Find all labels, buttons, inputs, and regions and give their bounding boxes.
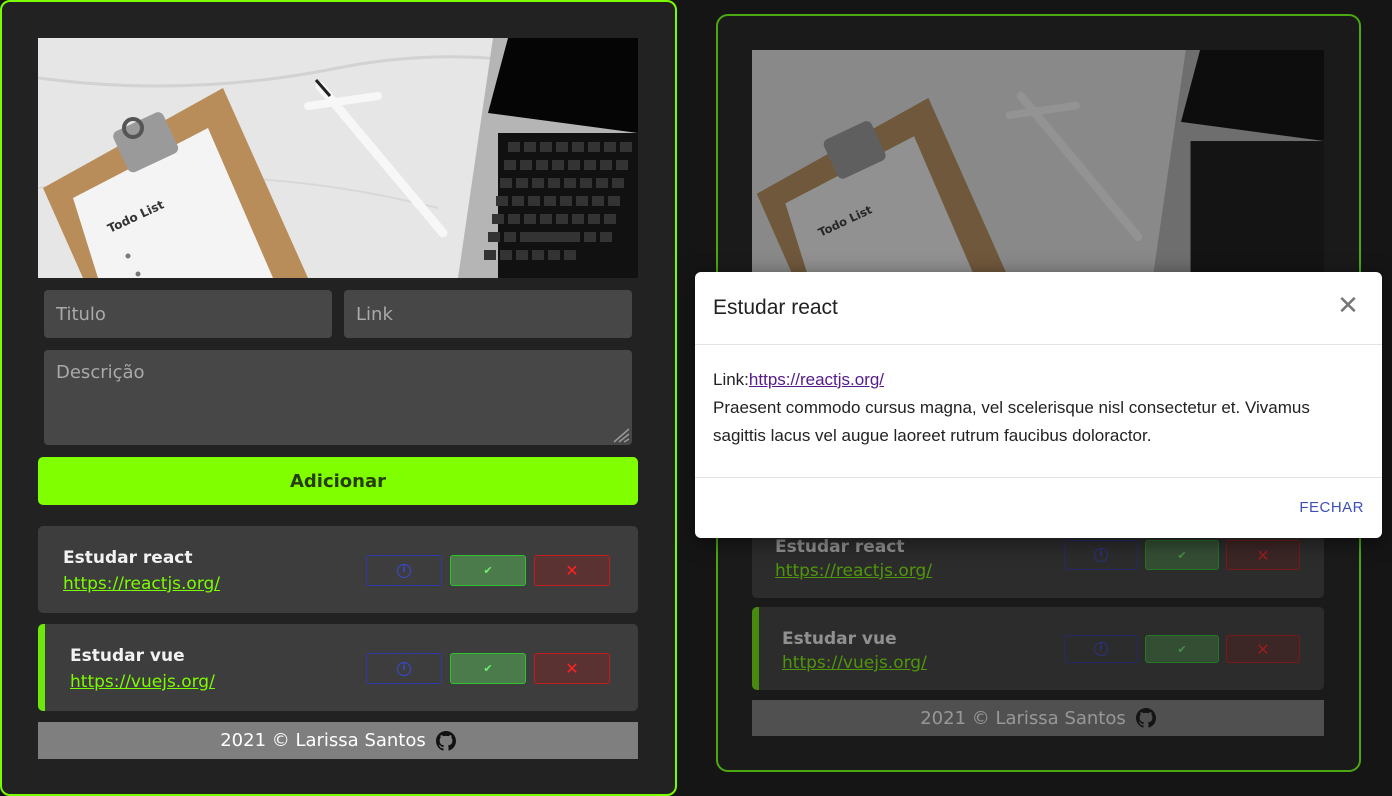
footer-text: 2021 © Larissa Santos (220, 730, 426, 751)
todo-card: Estudar react https://reactjs.org/ i ✔ ✕ (38, 526, 638, 613)
close-icon: ✕ (1256, 545, 1270, 565)
modal-title: Estudar react (713, 296, 838, 319)
close-button[interactable]: FECHAR (1299, 499, 1364, 516)
todo-card-completed-dimmed: Estudar vue https://vuejs.org/ i ✔ ✕ (752, 607, 1324, 690)
github-icon[interactable] (435, 730, 456, 751)
check-icon: ✔ (1177, 548, 1187, 562)
resize-handle-icon[interactable] (608, 425, 630, 443)
delete-button[interactable]: ✕ (534, 555, 610, 586)
modal-divider (695, 344, 1382, 345)
add-button[interactable]: Adicionar (38, 457, 638, 505)
delete-button[interactable]: ✕ (1226, 540, 1300, 570)
app-window-left: Todo List Titulo Link Descrição Adiciona… (0, 0, 677, 796)
todo-title: Estudar vue (782, 629, 897, 649)
todo-title: Estudar vue (70, 646, 185, 666)
hero-image: Todo List (38, 38, 638, 278)
info-icon: i (397, 563, 411, 578)
app-window-right: Todo List Estudar react https://reactjs.… (679, 0, 1392, 796)
todo-details-modal: Estudar react ✕ Link:https://reactjs.org… (695, 272, 1382, 538)
modal-description: Praesent commodo cursus magna, vel scele… (713, 398, 1310, 445)
link-input[interactable]: Link (344, 290, 632, 338)
todo-title: Estudar react (775, 537, 905, 557)
info-button[interactable]: i (366, 555, 442, 586)
complete-button[interactable]: ✔ (1145, 540, 1219, 570)
info-button[interactable]: i (1064, 635, 1138, 663)
info-button[interactable]: i (366, 653, 442, 684)
info-icon: i (1094, 642, 1108, 656)
description-textarea[interactable]: Descrição (44, 350, 632, 445)
info-button[interactable]: i (1064, 540, 1138, 570)
modal-close-icon[interactable]: ✕ (1336, 293, 1360, 319)
delete-button[interactable]: ✕ (1226, 635, 1300, 663)
modal-link-row: Link:https://reactjs.org/ (713, 366, 1358, 394)
footer-text: 2021 © Larissa Santos (920, 707, 1126, 729)
todo-link[interactable]: https://reactjs.org/ (775, 561, 932, 581)
complete-button[interactable]: ✔ (450, 555, 526, 586)
modal-link-label: Link: (713, 370, 749, 389)
complete-button[interactable]: ✔ (450, 653, 526, 684)
close-icon: ✕ (565, 659, 579, 678)
info-icon: i (397, 661, 411, 676)
info-icon: i (1094, 548, 1108, 562)
todo-title: Estudar react (63, 548, 193, 568)
todo-link[interactable]: https://vuejs.org/ (782, 653, 927, 673)
check-icon: ✔ (483, 662, 493, 675)
complete-button[interactable]: ✔ (1145, 635, 1219, 663)
footer-dimmed: 2021 © Larissa Santos (752, 700, 1324, 736)
description-placeholder: Descrição (56, 362, 145, 383)
todo-link[interactable]: https://reactjs.org/ (63, 574, 220, 594)
add-button-label: Adicionar (289, 470, 387, 492)
hero-image-dimmed: Todo List (752, 50, 1324, 280)
title-placeholder: Titulo (56, 303, 106, 325)
close-icon: ✕ (1256, 639, 1270, 659)
modal-link[interactable]: https://reactjs.org/ (749, 370, 884, 389)
modal-body: Link:https://reactjs.org/ Praesent commo… (713, 366, 1358, 450)
title-input[interactable]: Titulo (44, 290, 332, 338)
link-placeholder: Link (356, 303, 393, 325)
check-icon: ✔ (1177, 642, 1187, 656)
todo-link[interactable]: https://vuejs.org/ (70, 672, 215, 692)
todo-card-completed: Estudar vue https://vuejs.org/ i ✔ ✕ (38, 624, 638, 711)
modal-divider (695, 477, 1382, 478)
delete-button[interactable]: ✕ (534, 653, 610, 684)
footer: 2021 © Larissa Santos (38, 722, 638, 759)
github-icon[interactable] (1135, 708, 1156, 728)
close-icon: ✕ (565, 561, 579, 580)
check-icon: ✔ (483, 564, 493, 577)
